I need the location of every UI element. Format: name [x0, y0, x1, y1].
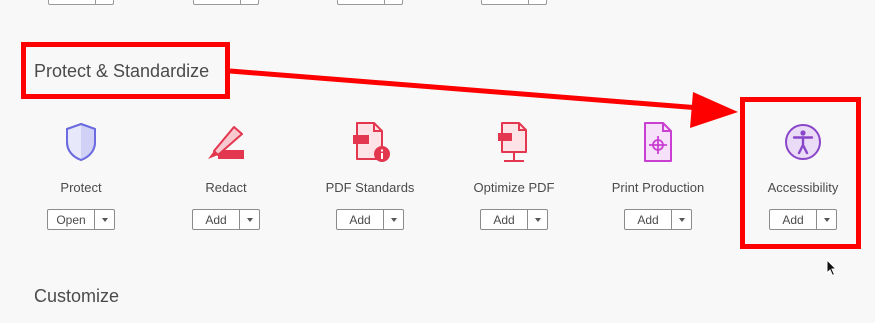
pdf-standards-icon[interactable] — [346, 118, 394, 166]
add-button[interactable]: Add — [624, 209, 692, 230]
dropdown-toggle[interactable] — [240, 210, 259, 229]
add-button-label[interactable]: Add — [337, 210, 384, 229]
tool-label: Protect — [60, 180, 102, 195]
dropdown-toggle[interactable] — [528, 210, 547, 229]
highlight-box-accessibility — [740, 97, 861, 249]
chevron-down-icon — [534, 217, 541, 222]
mouse-cursor-icon — [826, 259, 838, 277]
optimize-pdf-icon[interactable] — [490, 118, 538, 166]
add-button[interactable]: Add — [192, 209, 260, 230]
marker-icon[interactable] — [202, 118, 250, 166]
chevron-down-icon — [101, 217, 108, 222]
tool-label: PDF Standards — [325, 180, 415, 195]
chevron-down-icon — [246, 217, 253, 222]
add-button-label[interactable]: Add — [625, 210, 672, 229]
tool-label: Redact — [205, 180, 247, 195]
tool-protect: Protect Open — [9, 118, 153, 238]
chevron-down-icon — [678, 217, 685, 222]
section-title-customize: Customize — [34, 286, 120, 306]
print-production-icon[interactable] — [634, 118, 682, 166]
chevron-down-icon — [390, 217, 397, 222]
add-button[interactable]: Add — [480, 209, 548, 230]
add-button-label[interactable]: Add — [481, 210, 528, 229]
add-button-label[interactable]: Add — [193, 210, 240, 229]
tool-pdf-standards: PDF Standards Add — [298, 118, 442, 238]
dropdown-toggle[interactable] — [672, 210, 691, 229]
tool-label: Optimize PDF — [473, 180, 555, 195]
open-button-label[interactable]: Open — [48, 210, 95, 229]
tool-print-production: Print Production Add — [586, 118, 730, 238]
tool-label: Print Production — [611, 180, 705, 195]
dropdown-toggle[interactable] — [384, 210, 403, 229]
dropdown-toggle[interactable] — [95, 210, 114, 229]
tool-optimize-pdf: Optimize PDF Add — [442, 118, 586, 238]
tool-redact: Redact Add — [154, 118, 298, 238]
open-button[interactable]: Open — [47, 209, 115, 230]
shield-icon[interactable] — [57, 118, 105, 166]
add-button[interactable]: Add — [336, 209, 404, 230]
